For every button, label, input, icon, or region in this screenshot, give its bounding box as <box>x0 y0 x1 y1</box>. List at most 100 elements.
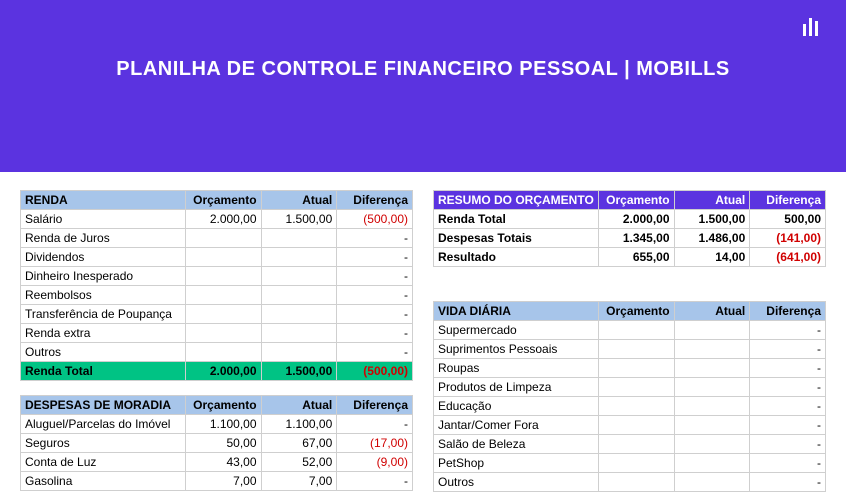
total-dif[interactable]: (500,00) <box>337 362 413 381</box>
cell-atual[interactable]: 7,00 <box>261 472 337 491</box>
cell-atual[interactable] <box>261 324 337 343</box>
cell-orc[interactable] <box>598 397 674 416</box>
row-label: PetShop <box>434 454 599 473</box>
cell-atual[interactable] <box>674 359 750 378</box>
cell-atual[interactable]: 1.500,00 <box>674 210 750 229</box>
col-orcamento: Orçamento <box>185 396 261 415</box>
cell-dif[interactable]: - <box>750 416 826 435</box>
col-atual: Atual <box>674 302 750 321</box>
cell-atual[interactable] <box>261 286 337 305</box>
row-label: Supermercado <box>434 321 599 340</box>
cell-orc[interactable]: 655,00 <box>598 248 674 267</box>
cell-atual[interactable] <box>674 454 750 473</box>
row-label: Produtos de Limpeza <box>434 378 599 397</box>
cell-dif[interactable]: - <box>337 415 413 434</box>
cell-atual[interactable] <box>261 343 337 362</box>
cell-dif[interactable]: - <box>750 397 826 416</box>
row-label: Dividendos <box>21 248 186 267</box>
cell-dif[interactable]: (17,00) <box>337 434 413 453</box>
cell-orc[interactable] <box>185 324 261 343</box>
cell-orc[interactable] <box>598 321 674 340</box>
cell-atual[interactable] <box>674 321 750 340</box>
row-label: Despesas Totais <box>434 229 599 248</box>
total-atual[interactable]: 1.500,00 <box>261 362 337 381</box>
cell-orc[interactable]: 2.000,00 <box>598 210 674 229</box>
cell-dif[interactable]: - <box>337 248 413 267</box>
cell-atual[interactable] <box>674 397 750 416</box>
cell-orc[interactable]: 7,00 <box>185 472 261 491</box>
cell-orc[interactable]: 2.000,00 <box>185 210 261 229</box>
cell-dif[interactable]: - <box>337 286 413 305</box>
table-header-row: VIDA DIÁRIA Orçamento Atual Diferença <box>434 302 826 321</box>
cell-dif[interactable]: - <box>337 267 413 286</box>
cell-orc[interactable] <box>598 378 674 397</box>
cell-dif[interactable]: - <box>750 473 826 492</box>
cell-atual[interactable] <box>674 416 750 435</box>
cell-dif[interactable]: - <box>337 472 413 491</box>
cell-atual[interactable]: 1.100,00 <box>261 415 337 434</box>
cell-orc[interactable] <box>598 340 674 359</box>
row-label: Aluguel/Parcelas do Imóvel <box>21 415 186 434</box>
table-row: Transferência de Poupança- <box>21 305 413 324</box>
cell-dif[interactable]: - <box>750 435 826 454</box>
cell-dif[interactable]: - <box>337 324 413 343</box>
cell-dif[interactable]: 500,00 <box>750 210 826 229</box>
cell-orc[interactable] <box>185 229 261 248</box>
cell-dif[interactable]: (500,00) <box>337 210 413 229</box>
cell-atual[interactable] <box>261 305 337 324</box>
cell-orc[interactable]: 43,00 <box>185 453 261 472</box>
moradia-body: Aluguel/Parcelas do Imóvel1.100,001.100,… <box>21 415 413 491</box>
row-label: Educação <box>434 397 599 416</box>
cell-atual[interactable] <box>674 340 750 359</box>
cell-orc[interactable] <box>598 359 674 378</box>
cell-atual[interactable]: 1.500,00 <box>261 210 337 229</box>
section-title: VIDA DIÁRIA <box>434 302 599 321</box>
cell-orc[interactable] <box>185 286 261 305</box>
cell-atual[interactable] <box>261 229 337 248</box>
vida-body: Supermercado-Suprimentos Pessoais-Roupas… <box>434 321 826 492</box>
cell-orc[interactable] <box>185 267 261 286</box>
cell-orc[interactable] <box>598 454 674 473</box>
cell-orc[interactable] <box>185 248 261 267</box>
row-label: Renda de Juros <box>21 229 186 248</box>
cell-dif[interactable]: - <box>337 343 413 362</box>
cell-dif[interactable]: - <box>750 321 826 340</box>
table-row: Resultado655,0014,00(641,00) <box>434 248 826 267</box>
cell-atual[interactable] <box>261 267 337 286</box>
col-diferenca: Diferença <box>750 191 826 210</box>
cell-dif[interactable]: - <box>337 229 413 248</box>
cell-atual[interactable] <box>674 473 750 492</box>
resumo-table: RESUMO DO ORÇAMENTO Orçamento Atual Dife… <box>433 190 826 267</box>
cell-orc[interactable]: 50,00 <box>185 434 261 453</box>
cell-orc[interactable] <box>598 416 674 435</box>
cell-orc[interactable]: 1.100,00 <box>185 415 261 434</box>
col-diferenca: Diferença <box>337 191 413 210</box>
cell-orc[interactable] <box>598 473 674 492</box>
cell-dif[interactable]: - <box>337 305 413 324</box>
row-label: Reembolsos <box>21 286 186 305</box>
cell-dif[interactable]: - <box>750 359 826 378</box>
cell-orc[interactable] <box>598 435 674 454</box>
cell-dif[interactable]: - <box>750 340 826 359</box>
cell-atual[interactable]: 52,00 <box>261 453 337 472</box>
cell-atual[interactable]: 1.486,00 <box>674 229 750 248</box>
cell-dif[interactable]: (9,00) <box>337 453 413 472</box>
cell-orc[interactable] <box>185 305 261 324</box>
cell-dif[interactable]: (641,00) <box>750 248 826 267</box>
cell-dif[interactable]: (141,00) <box>750 229 826 248</box>
cell-dif[interactable]: - <box>750 454 826 473</box>
row-label: Salão de Beleza <box>434 435 599 454</box>
total-orc[interactable]: 2.000,00 <box>185 362 261 381</box>
cell-atual[interactable]: 67,00 <box>261 434 337 453</box>
cell-atual[interactable]: 14,00 <box>674 248 750 267</box>
row-label: Outros <box>21 343 186 362</box>
cell-atual[interactable] <box>261 248 337 267</box>
cell-orc[interactable] <box>185 343 261 362</box>
col-orcamento: Orçamento <box>185 191 261 210</box>
cell-atual[interactable] <box>674 435 750 454</box>
cell-atual[interactable] <box>674 378 750 397</box>
cell-orc[interactable]: 1.345,00 <box>598 229 674 248</box>
renda-table: RENDA Orçamento Atual Diferença Salário2… <box>20 190 413 381</box>
row-label: Renda extra <box>21 324 186 343</box>
cell-dif[interactable]: - <box>750 378 826 397</box>
